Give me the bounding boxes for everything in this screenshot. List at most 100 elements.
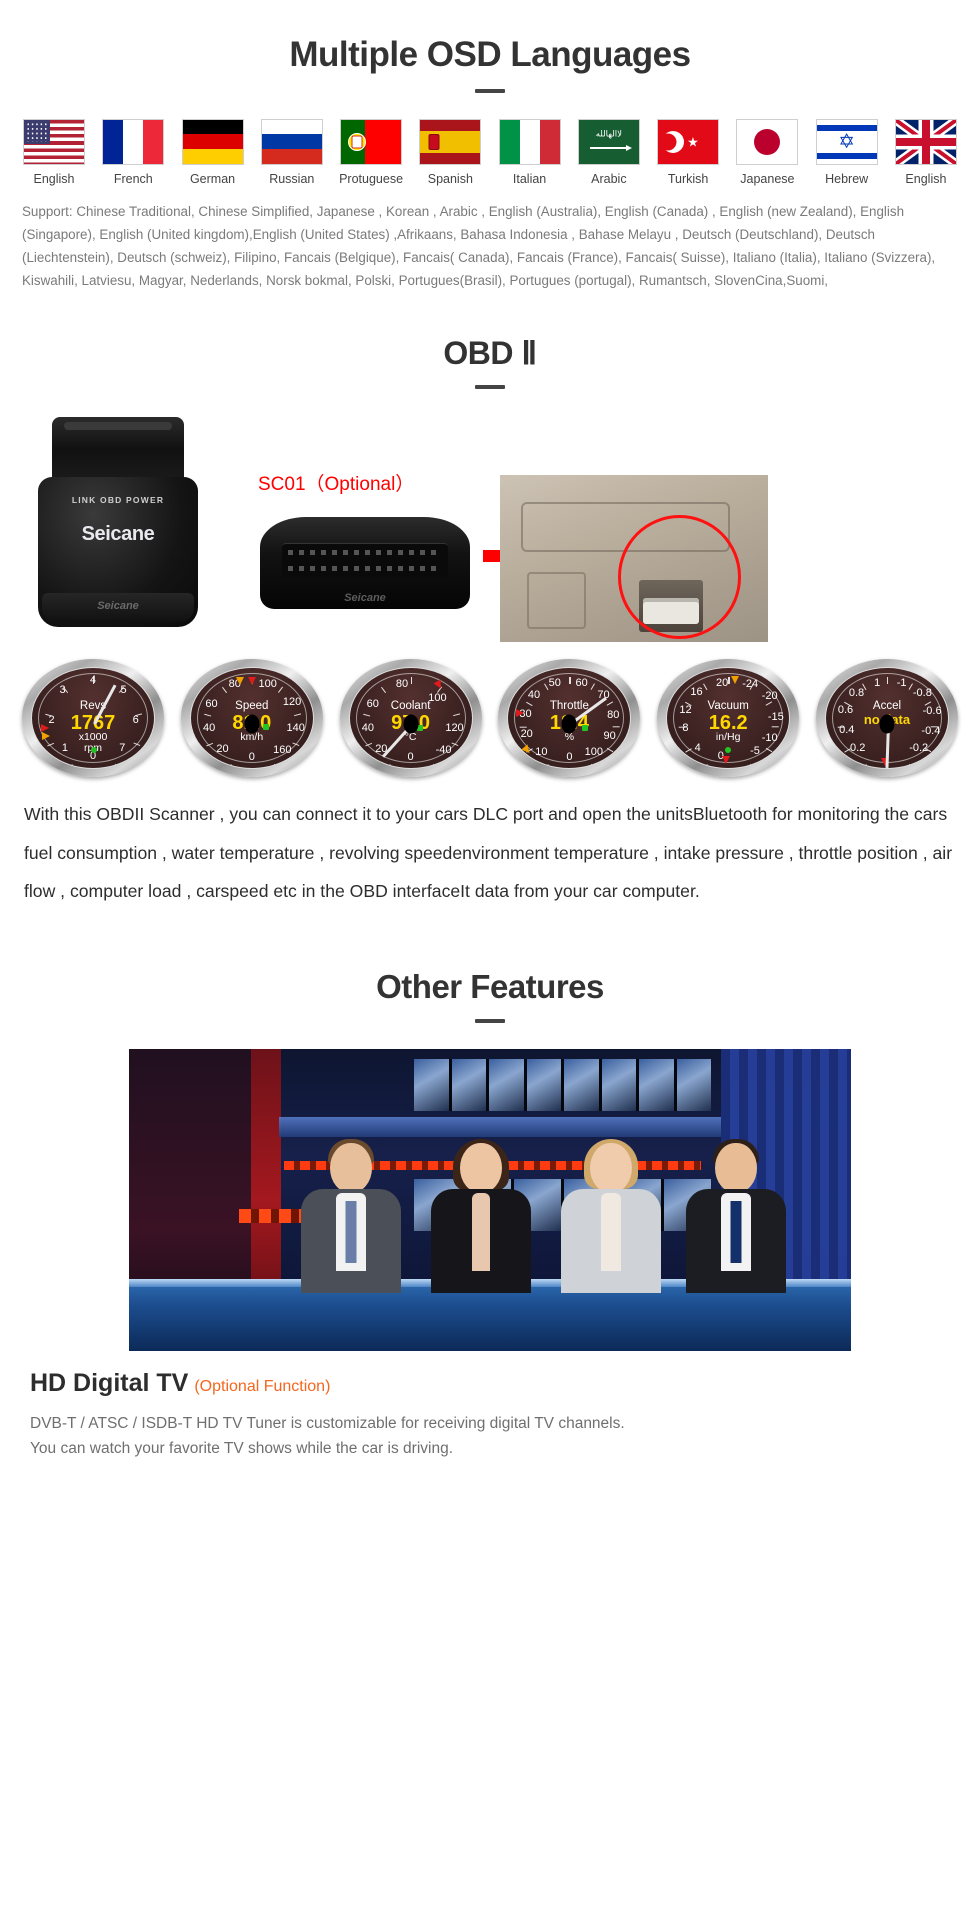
obd-description-text: With this OBDII Scanner , you can connec… xyxy=(24,803,953,902)
obd-illustration-stage: LINK OBD POWER Seicane Seicane SC01（Opti… xyxy=(0,416,980,647)
other-features-title: Other Features xyxy=(376,967,604,1005)
flag-label: English xyxy=(905,171,947,186)
dongle-brand-label: Seicane xyxy=(81,522,155,545)
flag-item-french: French xyxy=(97,118,169,186)
gauge-tick-label: 1 xyxy=(874,676,881,689)
tv-anchor-4 xyxy=(684,1139,788,1294)
tv-news-studio-photo xyxy=(129,1049,851,1352)
gauge-tick-label: -1 xyxy=(896,676,907,689)
gauge-tick-label: -40 xyxy=(435,743,452,756)
flag-france-icon xyxy=(102,118,165,165)
gauge-tick-label: 80 xyxy=(395,677,409,690)
flag-label: Hebrew xyxy=(825,171,869,186)
flag-usa-icon xyxy=(23,118,85,165)
flag-label: German xyxy=(189,171,236,186)
gauge-tick-label: 0.2 xyxy=(850,741,866,754)
flag-item-spanish: Spanish xyxy=(414,118,486,186)
gauge-tick-label: 3 xyxy=(59,683,66,696)
gauge-name: Vacuum xyxy=(707,699,749,712)
gauge-tick-label: -0.8 xyxy=(912,686,932,699)
title-divider-other xyxy=(475,1019,505,1024)
flag-label: Spanish xyxy=(427,171,473,186)
flag-item-arabic: لاالهالله Arabic xyxy=(573,118,645,186)
flag-item-german: German xyxy=(177,118,249,186)
flag-item-russian: Russian xyxy=(256,118,328,186)
flag-germany-icon xyxy=(181,118,244,165)
flag-japan-icon xyxy=(736,118,799,165)
obd-gauges-row: 0 1 2 3 4 5 6 7 Revs 1767 x1000rpm xyxy=(0,658,980,777)
gauge-unit: in/Hg xyxy=(715,730,741,743)
flag-item-japanese: Japanese xyxy=(731,118,803,186)
tv-anchor-2 xyxy=(429,1139,533,1294)
flag-label: Japanese xyxy=(740,171,795,186)
flag-turkey-icon: ★ xyxy=(657,118,720,165)
gauge-coolant: -40 0 20 40 60 80 100 120 Coolant 97.0 °… xyxy=(339,658,482,777)
gauge-name: Accel xyxy=(872,699,902,712)
hd-digital-tv-description: DVB-T / ATSC / ISDB-T HD TV Tuner is cus… xyxy=(30,1412,950,1462)
hd-digital-tv-title: HD Digital TV xyxy=(30,1369,189,1398)
flag-item-english-us: English xyxy=(18,118,90,186)
hd-digital-tv-block: HD Digital TV (Optional Function) DVB-T /… xyxy=(30,1369,950,1462)
gauge-tick-label: 100 xyxy=(258,677,277,690)
dongle-foot-brand-label: Seicane xyxy=(42,592,194,623)
gauge-tick-label: 0 xyxy=(407,750,414,763)
flag-uk-icon xyxy=(894,118,957,165)
gauge-tick-label: -24 xyxy=(742,677,759,690)
title-divider-languages xyxy=(475,88,505,93)
gauge-unit: % xyxy=(564,730,575,743)
tv-anchor-3 xyxy=(559,1139,663,1294)
flag-label: English xyxy=(33,171,75,186)
gauge-tick-label: 16 xyxy=(690,685,703,698)
flag-label: Turkish xyxy=(667,171,709,186)
obd-connector-image: Seicane xyxy=(260,516,470,609)
gauge-accel: 0.2 0.4 0.6 0.8 1 -1 -0.8 -0.6 -0.4 -0.2… xyxy=(815,658,958,777)
gauge-name: Coolant xyxy=(390,699,431,712)
flag-label: Arabic xyxy=(591,171,627,186)
tv-anchor-1 xyxy=(299,1139,403,1294)
dongle-lamp-labels: LINK OBD POWER xyxy=(71,494,165,505)
supported-languages-text: Support: Chinese Traditional, Chinese Si… xyxy=(22,203,936,288)
gauge-unit: km/h xyxy=(240,730,264,743)
gauge-tick-label: 160 xyxy=(273,743,292,756)
flag-item-english-uk: English xyxy=(890,118,962,186)
title-divider-obd xyxy=(475,384,505,389)
gauge-tick-label: 60 xyxy=(575,676,588,689)
gauge-tick-label: -5 xyxy=(750,744,760,757)
flag-item-turkish: ★ Turkish xyxy=(652,118,724,186)
car-dlc-port-photo xyxy=(500,474,768,642)
connector-brand-label: Seicane xyxy=(344,591,386,604)
gauge-name: Speed xyxy=(235,699,269,712)
flags-row: English French German Russian Protuguese xyxy=(0,118,980,186)
hd-desc-line-1: DVB-T / ATSC / ISDB-T HD TV Tuner is cus… xyxy=(30,1415,625,1433)
gauge-tick-label: 10 xyxy=(535,745,548,758)
flag-saudi-arabia-icon: لاالهالله xyxy=(577,118,640,165)
gauge-tick-label: 0.8 xyxy=(848,686,865,699)
product-detail-page: Multiple OSD Languages English French Ge… xyxy=(0,0,980,1932)
gauge-name: Revs xyxy=(79,699,107,712)
gauge-speed: 0 20 40 60 80 100 120 140 160 Speed 81.0… xyxy=(180,658,323,777)
obd-dongle-image: LINK OBD POWER Seicane Seicane xyxy=(38,416,198,627)
flag-item-hebrew: ✡ Hebrew xyxy=(811,118,883,186)
gauge-tick-label: 0 xyxy=(248,750,255,763)
flag-israel-icon: ✡ xyxy=(815,118,878,165)
gauge-vacuum: 0 4 8 12 16 20 -24 -20 -15 -10 -5 Vacuum… xyxy=(657,658,800,777)
flag-russia-icon xyxy=(260,118,323,165)
gauge-tick-label: 20 xyxy=(715,676,729,689)
gauge-tick-label: 100 xyxy=(584,745,603,758)
gauge-tick-label: 4 xyxy=(89,673,97,686)
gauge-tick-label: 20 xyxy=(216,742,229,755)
obd-section-title: OBD Ⅱ xyxy=(443,334,537,371)
hd-desc-line-2: You can watch your favorite TV shows whi… xyxy=(30,1440,454,1458)
gauge-tick-label: 4 xyxy=(694,741,701,754)
flag-item-italian: Italian xyxy=(494,118,566,186)
hd-optional-label: (Optional Function) xyxy=(194,1378,331,1396)
gauge-tick-label: -0.2 xyxy=(909,741,929,754)
gauge-unit: °C xyxy=(404,730,417,743)
flag-spain-icon xyxy=(419,118,482,165)
gauge-revs: 0 1 2 3 4 5 6 7 Revs 1767 x1000rpm xyxy=(22,658,164,777)
flag-portugal-icon xyxy=(340,118,403,165)
flag-label: Italian xyxy=(512,171,547,186)
gauge-name: Throttle xyxy=(549,699,589,712)
flag-label: Russian xyxy=(269,171,315,186)
flag-label: Protuguese xyxy=(339,171,404,186)
